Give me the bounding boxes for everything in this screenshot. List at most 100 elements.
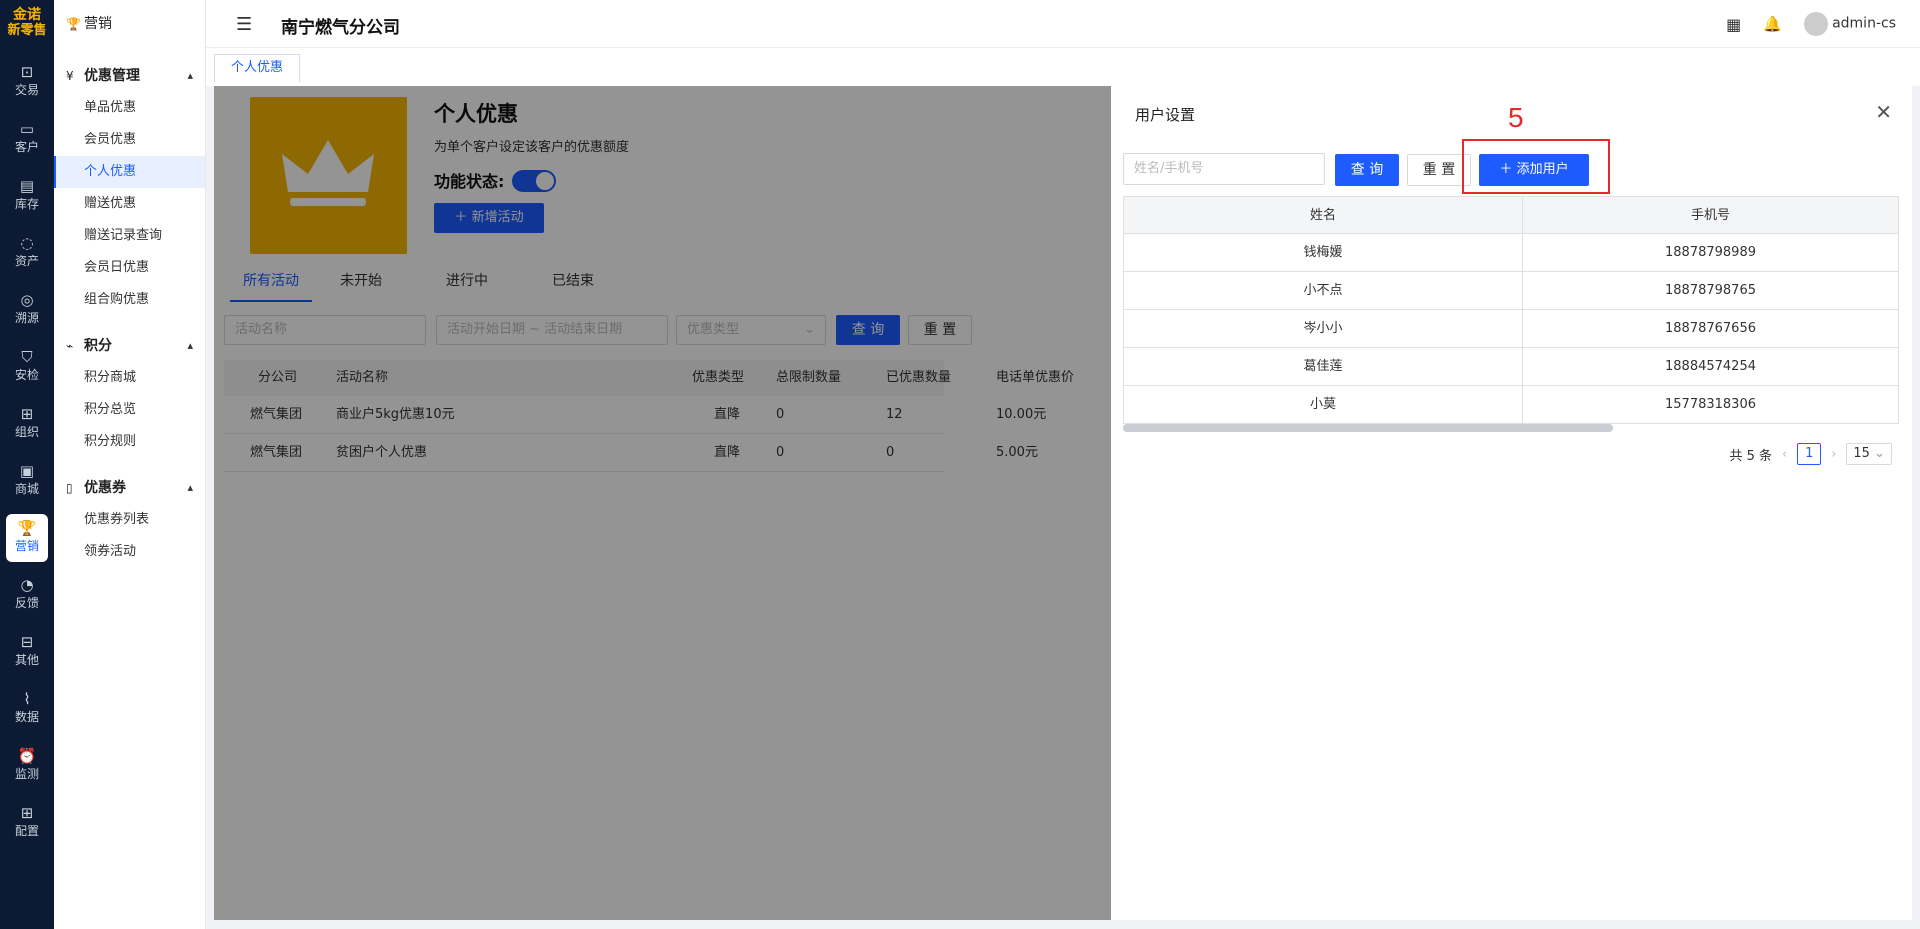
drawer-query-button[interactable]: 查 询 <box>1335 154 1399 186</box>
user-row[interactable]: 葛佳莲 18884574254 <box>1123 348 1899 386</box>
menu-item[interactable]: 积分总览 <box>54 394 205 426</box>
rail-item-0[interactable]: ⊡ 交易 <box>6 58 48 106</box>
rail-item-label: 数据 <box>14 710 39 724</box>
next-page-icon[interactable]: › <box>1831 447 1836 462</box>
chevron-up-icon: ▴ <box>187 339 193 352</box>
annotation-highlight <box>1462 139 1610 194</box>
tab-personal-discount[interactable]: 个人优惠 <box>214 54 301 82</box>
rail-item-label: 监测 <box>14 767 39 781</box>
menu-group-label: 积分 <box>84 338 112 354</box>
menu-toggle-icon[interactable]: ☰ <box>236 14 252 35</box>
shield-icon: ⛉ <box>21 348 33 366</box>
avatar <box>1803 12 1828 36</box>
rail-item-8[interactable]: 🏆 营销 <box>6 514 48 562</box>
yen-circle-icon: ¥ <box>66 69 74 83</box>
grid-icon: ⊞ <box>20 804 34 822</box>
col-phone: 手机号 <box>1522 196 1899 234</box>
cell-user-phone: 15778318306 <box>1522 386 1899 424</box>
annotation-number: 5 <box>1508 102 1524 133</box>
bell-icon[interactable]: 🔔 <box>1763 15 1782 33</box>
page-1[interactable]: 1 <box>1797 443 1822 465</box>
cell-user-phone: 18878798765 <box>1522 272 1899 310</box>
tabs-bar: 个人优惠 <box>206 48 1920 86</box>
menu-item[interactable]: 领券活动 <box>54 536 205 568</box>
company-name: 南宁燃气分公司 <box>281 18 400 38</box>
menu-group-0[interactable]: ¥ 优惠管理 ▴ <box>54 60 205 92</box>
rail-item-label: 其他 <box>14 653 39 667</box>
coupon-icon: ▯ <box>66 481 73 495</box>
total-count: 共 5 条 <box>1729 448 1772 464</box>
rail-item-5[interactable]: ⛉ 安检 <box>6 343 48 391</box>
chevron-up-icon: ▴ <box>187 69 193 82</box>
compass-icon: ◎ <box>20 291 34 309</box>
menu-group-label: 优惠管理 <box>84 68 140 84</box>
cell-user-phone: 18884574254 <box>1522 348 1899 386</box>
prev-page-icon[interactable]: ‹ <box>1782 447 1787 462</box>
brand-line1: 金诺 <box>13 7 41 23</box>
name-phone-input[interactable]: 姓名/手机号 <box>1123 153 1325 185</box>
rail-item-4[interactable]: ◎ 溯源 <box>6 286 48 334</box>
menu-group-1[interactable]: ⌁ 积分 ▴ <box>54 330 205 362</box>
drawer-title: 用户设置 <box>1135 106 1196 124</box>
rail-item-label: 客户 <box>14 140 39 154</box>
trophy-icon: 🏆 <box>66 17 81 31</box>
rail-item-label: 安检 <box>14 368 39 382</box>
menu-item[interactable]: 单品优惠 <box>54 92 205 124</box>
rail-item-12[interactable]: ⏰ 监测 <box>6 742 48 790</box>
rail-item-11[interactable]: ⌇ 数据 <box>6 685 48 733</box>
alarm-icon: ⏰ <box>17 747 37 765</box>
menu-header: 🏆 营销 <box>54 0 205 48</box>
menu-item[interactable]: 赠送优惠 <box>54 188 205 220</box>
rail-item-10[interactable]: ⊟ 其他 <box>6 628 48 676</box>
app-rail: 金诺 新零售 ⊡ 交易 ▭ 客户 ▤ 库存 ◌ 资产 ◎ 溯源 ⛉ 安检 ⊞ 组织 ▣ 商城 🏆 营销 ◔ 反馈 ⊟ 其他… <box>0 0 54 929</box>
qrcode-icon[interactable]: ▦ <box>1726 15 1741 34</box>
rail-item-7[interactable]: ▣ 商城 <box>6 457 48 505</box>
id-card-icon: ▭ <box>19 120 35 138</box>
rail-item-6[interactable]: ⊞ 组织 <box>6 400 48 448</box>
rail-item-13[interactable]: ⊞ 配置 <box>6 799 48 847</box>
sidebar-menu: 🏆 营销 ¥ 优惠管理 ▴ 单品优惠 会员优惠 个人优惠 赠送优惠 赠送记录查询 会员日优惠 组合购… <box>54 0 206 929</box>
horizontal-scrollbar[interactable] <box>1123 424 1613 432</box>
rail-item-label: 反馈 <box>14 596 39 610</box>
trophy-icon: 🏆 <box>17 519 37 537</box>
user-row[interactable]: 小不点 18878798765 <box>1123 272 1899 310</box>
menu-item[interactable]: 组合购优惠 <box>54 284 205 316</box>
rail-item-1[interactable]: ▭ 客户 <box>6 115 48 163</box>
brand-line2: 新零售 <box>7 23 47 38</box>
blocks-icon: ⊟ <box>20 633 34 651</box>
cell-user-phone: 18878767656 <box>1522 310 1899 348</box>
menu-item[interactable]: 积分规则 <box>54 426 205 458</box>
pagination: 共 5 条 ‹ 1 › 15 ⌄ <box>1729 443 1892 465</box>
menu-item[interactable]: 个人优惠 <box>54 156 205 188</box>
user-row[interactable]: 钱梅媛 18878798989 <box>1123 234 1899 272</box>
user-row[interactable]: 小莫 15778318306 <box>1123 386 1899 424</box>
top-bar: ☰ 南宁燃气分公司 ▦ 🔔 admin-cs <box>206 0 1920 48</box>
menu-item[interactable]: 赠送记录查询 <box>54 220 205 252</box>
rail-item-label: 交易 <box>14 83 39 97</box>
rail-item-label: 配置 <box>14 824 39 838</box>
user-name: admin-cs <box>1832 15 1896 32</box>
brand-logo[interactable]: 金诺 新零售 <box>0 0 54 50</box>
rail-item-2[interactable]: ▤ 库存 <box>6 172 48 220</box>
line-chart-icon: ⌁ <box>66 339 74 353</box>
rail-item-3[interactable]: ◌ 资产 <box>6 229 48 277</box>
chart-icon: ⌇ <box>23 690 31 708</box>
menu-group-2[interactable]: ▯ 优惠券 ▴ <box>54 472 205 504</box>
rail-item-label: 库存 <box>14 197 39 211</box>
user-menu[interactable]: admin-cs <box>1803 12 1896 36</box>
rail-item-9[interactable]: ◔ 反馈 <box>6 571 48 619</box>
rail-item-label: 溯源 <box>14 311 39 325</box>
close-icon[interactable]: ✕ <box>1875 100 1892 124</box>
menu-item[interactable]: 积分商城 <box>54 362 205 394</box>
menu-item[interactable]: 优惠券列表 <box>54 504 205 536</box>
page-size-select[interactable]: 15 ⌄ <box>1846 443 1892 465</box>
user-row[interactable]: 岑小小 18878767656 <box>1123 310 1899 348</box>
menu-item[interactable]: 会员优惠 <box>54 124 205 156</box>
modal-overlay[interactable] <box>214 86 1111 920</box>
inventory-icon: ▤ <box>19 177 35 195</box>
chevron-down-icon: ⌄ <box>1874 446 1885 461</box>
cell-user-phone: 18878798989 <box>1522 234 1899 272</box>
cell-user-name: 葛佳莲 <box>1123 348 1523 386</box>
cell-user-name: 小不点 <box>1123 272 1523 310</box>
menu-item[interactable]: 会员日优惠 <box>54 252 205 284</box>
